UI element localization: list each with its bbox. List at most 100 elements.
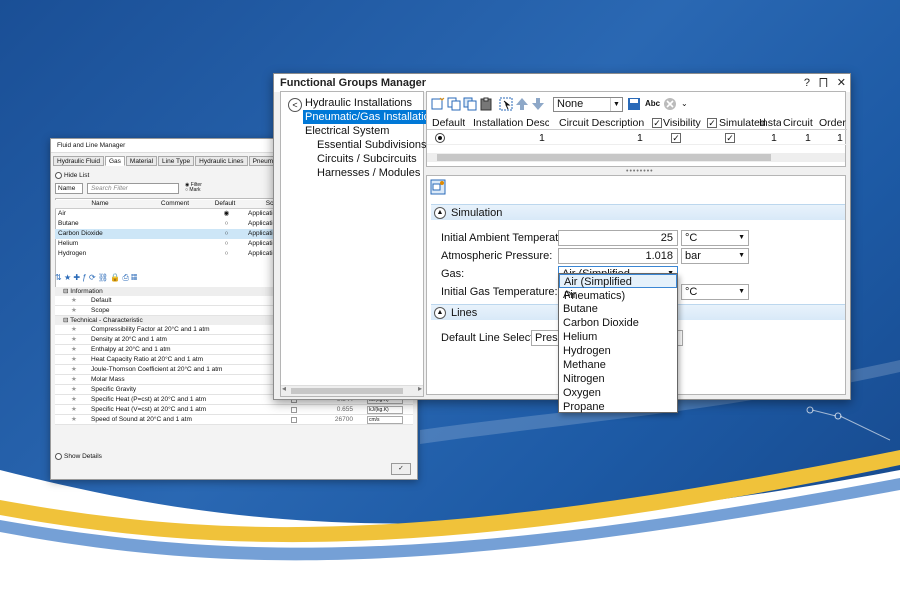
default-radio[interactable]: ○ bbox=[205, 239, 245, 249]
scroll-thumb[interactable] bbox=[291, 388, 403, 394]
tree-item-electrical[interactable]: Electrical System bbox=[303, 124, 391, 138]
sort-icon[interactable]: ⇅ bbox=[55, 273, 62, 282]
ok-button[interactable]: ✓ bbox=[391, 463, 411, 475]
properties-icon[interactable] bbox=[430, 179, 446, 195]
filter-combo[interactable]: None ▼ bbox=[553, 97, 623, 112]
col-name[interactable]: Name bbox=[55, 200, 145, 209]
formula-icon[interactable]: ƒ bbox=[82, 273, 86, 282]
star-icon[interactable]: ★ bbox=[71, 375, 77, 385]
star-icon[interactable]: ★ bbox=[71, 345, 77, 355]
col-order[interactable]: Order bbox=[819, 117, 846, 129]
table-row[interactable]: 1 1 ✓ ✓ 1 1 1 bbox=[427, 131, 847, 145]
move-down-icon[interactable] bbox=[531, 97, 545, 111]
star-icon[interactable]: ★ bbox=[71, 405, 77, 415]
splitter-grip[interactable]: •••••••• bbox=[626, 168, 654, 175]
print-icon[interactable]: ⎙ bbox=[123, 273, 129, 282]
gas-option[interactable]: Air (Simplified Pneumatics) bbox=[559, 274, 677, 302]
tab-hydraulic-fluid[interactable]: Hydraulic Fluid bbox=[53, 156, 104, 166]
simulated-header-checkbox[interactable]: ✓ bbox=[707, 118, 717, 128]
col-default[interactable]: Default bbox=[205, 200, 245, 209]
dock-button[interactable]: ⨅ bbox=[819, 74, 828, 92]
prop-checkbox[interactable] bbox=[291, 417, 297, 423]
gas-option[interactable]: Butane bbox=[559, 302, 677, 316]
col-default[interactable]: Default bbox=[432, 117, 465, 129]
star-icon[interactable]: ★ bbox=[71, 395, 77, 405]
tab-gas[interactable]: Gas bbox=[105, 156, 125, 166]
new-group-icon[interactable] bbox=[431, 97, 445, 111]
gas-option[interactable]: Methane bbox=[559, 358, 677, 372]
star-icon[interactable]: ★ bbox=[71, 325, 77, 335]
spellcheck-icon[interactable]: Abc bbox=[645, 99, 660, 108]
star-icon[interactable]: ★ bbox=[71, 415, 77, 425]
prop-row[interactable]: ★ Specific Heat (V=cst) at 20°C and 1 atm… bbox=[55, 405, 413, 415]
col-circuit-n[interactable]: Circuit N bbox=[783, 117, 816, 129]
copy-icon[interactable] bbox=[447, 97, 461, 111]
scroll-left-icon[interactable]: ◂ bbox=[282, 384, 286, 393]
gas-option[interactable]: Oxygen bbox=[559, 386, 677, 400]
back-arrow-icon[interactable]: < bbox=[288, 98, 302, 112]
prop-unit[interactable]: cm/s bbox=[367, 416, 403, 424]
visibility-checkbox[interactable]: ✓ bbox=[671, 133, 681, 143]
default-radio[interactable]: ○ bbox=[205, 229, 245, 239]
duplicate-icon[interactable] bbox=[463, 97, 477, 111]
close-button[interactable]: ✕ bbox=[837, 74, 846, 92]
gas-option[interactable]: Hydrogen bbox=[559, 344, 677, 358]
tree-item-harnesses[interactable]: Harnesses / Modules bbox=[315, 166, 422, 180]
ambient-temp-unit[interactable]: °C ▼ bbox=[681, 230, 749, 246]
pressure-input[interactable]: 1.018 bbox=[558, 248, 678, 264]
default-radio[interactable]: ◉ bbox=[205, 209, 245, 220]
default-radio[interactable]: ○ bbox=[205, 249, 245, 259]
simulated-checkbox[interactable]: ✓ bbox=[725, 133, 735, 143]
save-icon[interactable] bbox=[627, 97, 641, 111]
star-icon[interactable]: ★ bbox=[71, 355, 77, 365]
col-installation[interactable]: Installation Descripti bbox=[473, 117, 549, 129]
add-icon[interactable]: ✚ bbox=[73, 273, 80, 282]
tree-item-circuits[interactable]: Circuits / Subcircuits bbox=[315, 152, 419, 166]
name-combo[interactable]: Name bbox=[55, 183, 83, 194]
prop-row[interactable]: ★ Speed of Sound at 20°C and 1 atm 26700 cm… bbox=[55, 415, 413, 425]
prop-value[interactable]: 26700 bbox=[335, 415, 353, 425]
tree-item-pneumatic[interactable]: Pneumatic/Gas Installations bbox=[303, 110, 444, 124]
scroll-right-icon[interactable]: ▸ bbox=[418, 384, 422, 393]
col-visibility[interactable]: Visibility bbox=[663, 117, 701, 129]
gas-option[interactable]: Nitrogen bbox=[559, 372, 677, 386]
pressure-unit[interactable]: bar ▼ bbox=[681, 248, 749, 264]
hide-list-toggle[interactable]: Hide List bbox=[55, 172, 89, 179]
gas-option[interactable]: Carbon Dioxide bbox=[559, 316, 677, 330]
help-button[interactable]: ? bbox=[804, 74, 810, 92]
tab-material[interactable]: Material bbox=[125, 156, 158, 166]
refresh-icon[interactable]: ⟳ bbox=[89, 273, 96, 282]
lock-icon[interactable]: 🔒 bbox=[110, 273, 120, 282]
show-details-toggle[interactable]: Show Details bbox=[55, 453, 102, 460]
select-icon[interactable] bbox=[499, 97, 513, 111]
paste-icon[interactable] bbox=[479, 97, 493, 111]
col-comment[interactable]: Comment bbox=[145, 200, 205, 209]
star-icon[interactable]: ★ bbox=[71, 365, 77, 375]
col-instal[interactable]: Instal bbox=[759, 117, 781, 129]
move-up-icon[interactable] bbox=[515, 97, 529, 111]
gas-option[interactable]: Helium bbox=[559, 330, 677, 344]
default-radio[interactable]: ○ bbox=[205, 219, 245, 229]
grid-scrollbar[interactable] bbox=[427, 153, 845, 162]
delete-icon[interactable] bbox=[663, 97, 677, 111]
tree-item-hydraulic[interactable]: Hydraulic Installations bbox=[303, 96, 414, 110]
overflow-icon[interactable]: ⌄ bbox=[681, 99, 688, 108]
tab-hydraulic-lines[interactable]: Hydraulic Lines bbox=[195, 156, 248, 166]
prop-value[interactable]: 0.655 bbox=[337, 405, 353, 415]
default-radio[interactable] bbox=[435, 133, 445, 143]
link-icon[interactable]: ⛓ bbox=[98, 273, 108, 282]
prop-unit[interactable]: kJ/(kg.K) bbox=[367, 406, 403, 414]
search-input[interactable]: Search Filter bbox=[87, 183, 179, 194]
tree-scrollbar[interactable]: ◂ ▸ bbox=[281, 384, 423, 396]
col-circuit-description[interactable]: Circuit Description bbox=[559, 117, 644, 129]
star-icon[interactable]: ★ bbox=[71, 296, 77, 306]
table-icon[interactable]: ▦ bbox=[131, 273, 137, 282]
prop-checkbox[interactable] bbox=[291, 407, 297, 413]
star-icon[interactable]: ★ bbox=[71, 385, 77, 395]
gas-option[interactable]: Propane bbox=[559, 400, 677, 414]
gas-temp-unit[interactable]: °C ▼ bbox=[681, 284, 749, 300]
ambient-temp-input[interactable]: 25 bbox=[558, 230, 678, 246]
simulation-section-header[interactable]: ▲ Simulation bbox=[431, 204, 845, 220]
visibility-header-checkbox[interactable]: ✓ bbox=[652, 118, 662, 128]
radio-mark[interactable]: ○ Mark bbox=[185, 188, 202, 193]
